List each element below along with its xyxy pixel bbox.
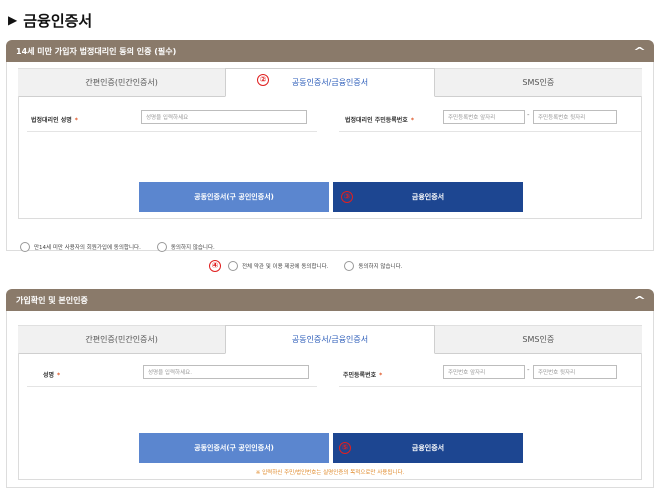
tab-simple-auth-2[interactable]: 간편인증(민간인증서): [18, 325, 226, 353]
tab-simple-auth[interactable]: 간편인증(민간인증서): [18, 68, 226, 96]
chevron-up-icon[interactable]: ^: [633, 45, 646, 58]
terms-disagree-label: 동의하지 않습니다.: [358, 264, 403, 270]
joint-cert-button[interactable]: 공동인증서(구 공인인증서): [139, 182, 329, 212]
terms-agree-label: 전체 약관 및 이용 제공에 동의합니다.: [242, 264, 329, 270]
guardian-consent-header[interactable]: 14세 미만 가입자 법정대리인 동의 인증 (필수) ^: [6, 40, 654, 62]
terms-agree-radio[interactable]: [228, 261, 238, 271]
guardian-form: 법정대리인 성명 * 성명을 입력하세요 법정대리인 주민등록번호 * 주민등록번호…: [18, 96, 642, 219]
disagree-radio[interactable]: [156, 242, 167, 252]
annotation-marker-3: ③: [341, 191, 353, 203]
guardian-consent-radios: 만14세 미만 사용자의 회원가입에 동의합니다. 동의하지 않습니다.: [20, 242, 215, 252]
agree-radio-label: 만14세 미만 사용자의 회원가입에 동의합니다.: [34, 245, 141, 251]
identity-verification-title: 가입확인 및 본인인증: [16, 295, 88, 305]
terms-consent-radios: 전체 약관 및 이용 제공에 동의합니다. 동의하지 않습니다.: [228, 261, 402, 271]
annotation-marker-4: ④: [209, 260, 221, 272]
identity-verification-header[interactable]: 가입확인 및 본인인증 ^: [6, 289, 654, 311]
identity-verification-body: 간편인증(민간인증서) 공동인증서/금융인증서 SMS인증 성명 * 성명을 입력…: [6, 311, 654, 488]
tab-sms-auth-2[interactable]: SMS인증: [434, 325, 642, 353]
guardian-rrn-label: 법정대리인 주민등록번호 *: [345, 117, 414, 124]
auth-tabs-2: 간편인증(민간인증서) 공동인증서/금융인증서 SMS인증: [18, 325, 642, 354]
agree-radio[interactable]: [20, 242, 30, 252]
terms-disagree-radio[interactable]: [344, 261, 355, 271]
identity-verification-section: 가입확인 및 본인인증 ^ 간편인증(민간인증서) 공동인증서/금융인증서 SM…: [6, 289, 654, 488]
guardian-consent-section: 14세 미만 가입자 법정대리인 동의 인증 (필수) ^ 간편인증(민간인증서…: [6, 40, 654, 252]
identity-form: 성명 * 성명을 입력하세요. 주민등록번호 * 주민번호 앞자리 - 주민번호 뒷…: [18, 353, 642, 480]
guardian-name-label: 법정대리인 성명 *: [31, 117, 78, 124]
rrn-front-input[interactable]: 주민번호 앞자리: [443, 365, 525, 379]
annotation-marker-2: ②: [257, 74, 269, 86]
guardian-consent-body: 간편인증(민간인증서) 공동인증서/금융인증서 SMS인증 ② 법정대리인 성명…: [6, 62, 654, 252]
financial-cert-button[interactable]: 금융인증서: [333, 182, 523, 212]
guardian-rrn-back-input[interactable]: 주민등록번호 뒷자리: [533, 110, 617, 124]
page-title: ▶ 금융인증서: [8, 8, 92, 32]
name-input[interactable]: 성명을 입력하세요.: [143, 365, 309, 379]
page-title-text: 금융인증서: [23, 11, 93, 30]
tab-joint-financial-cert-2[interactable]: 공동인증서/금융인증서: [225, 325, 435, 354]
disagree-radio-label: 동의하지 않습니다.: [170, 245, 215, 251]
annotation-marker-5: ⑤: [339, 442, 351, 454]
chevron-up-icon[interactable]: ^: [633, 294, 646, 307]
privacy-notice: ※ 입력하신 주민/법인번호는 실명인증의 목적으로만 사용됩니다.: [255, 470, 405, 476]
name-label: 성명 *: [43, 372, 61, 379]
guardian-consent-title: 14세 미만 가입자 법정대리인 동의 인증 (필수): [16, 46, 177, 56]
rrn-label: 주민등록번호 *: [343, 372, 383, 379]
auth-tabs: 간편인증(민간인증서) 공동인증서/금융인증서 SMS인증: [18, 68, 642, 97]
rrn-back-input[interactable]: 주민번호 뒷자리: [533, 365, 617, 379]
tab-sms-auth[interactable]: SMS인증: [434, 68, 642, 96]
joint-cert-button-2[interactable]: 공동인증서(구 공인인증서): [139, 433, 329, 463]
financial-cert-button-2[interactable]: 금융인증서: [333, 433, 523, 463]
triangle-right-icon: ▶: [8, 13, 18, 27]
guardian-name-input[interactable]: 성명을 입력하세요: [141, 110, 307, 124]
guardian-rrn-front-input[interactable]: 주민등록번호 앞자리: [443, 110, 525, 124]
